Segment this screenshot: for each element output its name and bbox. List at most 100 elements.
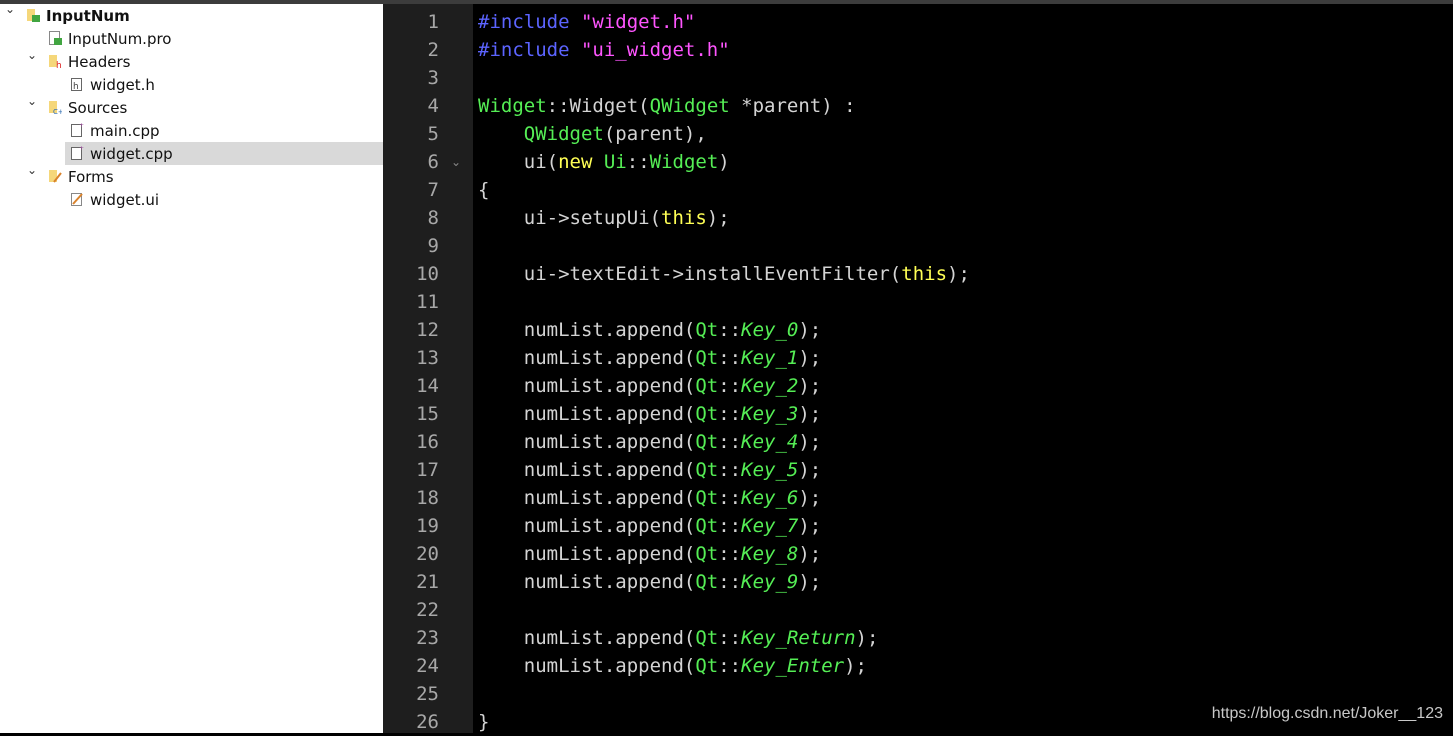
code-token: Key_6	[741, 487, 799, 509]
svg-text:h: h	[56, 61, 62, 69]
chevron-down-icon[interactable]: ⌄	[24, 94, 40, 108]
fold-chevron-icon[interactable]: ⌄	[451, 148, 461, 176]
code-line[interactable]: Widget::Widget(QWidget *parent) :	[478, 92, 856, 120]
line-number: 15	[416, 403, 439, 425]
svg-text:C+: C+	[53, 108, 62, 115]
tree-item-widget-h[interactable]: h widget.h	[0, 73, 383, 96]
chevron-down-icon[interactable]: ⌄	[24, 48, 40, 62]
code-token: Ui	[603, 151, 627, 173]
tree-item-label: InputNum.pro	[68, 29, 172, 48]
tree-item-inputnum-pro[interactable]: InputNum.pro	[0, 27, 383, 50]
cpp-file-icon: +	[70, 145, 84, 161]
line-number: 19	[416, 515, 439, 537]
code-token: {	[478, 179, 490, 201]
code-line[interactable]: numList.append(Qt::Key_Enter);	[478, 652, 867, 680]
chevron-down-icon[interactable]: ⌄	[24, 163, 40, 177]
code-token: Qt	[695, 655, 719, 677]
line-number: 9	[427, 235, 439, 257]
code-token: Key_9	[741, 571, 799, 593]
code-line[interactable]: ui->textEdit->installEventFilter(this);	[478, 260, 970, 288]
code-token: ::	[626, 151, 650, 173]
tree-item-label: widget.h	[90, 75, 155, 94]
tree-item-main-cpp[interactable]: + main.cpp	[0, 119, 383, 142]
tree-item-inputnum[interactable]: ⌄ InputNum	[0, 2, 383, 27]
code-line[interactable]: numList.append(Qt::Key_1);	[478, 344, 821, 372]
code-token: ::	[718, 571, 742, 593]
code-line[interactable]: numList.append(Qt::Key_0);	[478, 316, 821, 344]
tree-item-label: widget.cpp	[90, 144, 173, 163]
code-line[interactable]: numList.append(Qt::Key_2);	[478, 372, 821, 400]
code-line[interactable]: #include "ui_widget.h"	[478, 36, 730, 64]
code-token: )	[718, 151, 730, 173]
code-line[interactable]: numList.append(Qt::Key_8);	[478, 540, 821, 568]
code-editor[interactable]: #include "widget.h" #include "ui_widget.h…	[473, 4, 1453, 733]
line-number: 23	[416, 627, 439, 649]
code-line[interactable]: numList.append(Qt::Key_6);	[478, 484, 821, 512]
header-file-icon: h	[70, 76, 84, 92]
code-token: );	[798, 571, 822, 593]
code-token: this	[901, 263, 948, 285]
code-token: );	[798, 375, 822, 397]
code-token: Key_8	[741, 543, 799, 565]
code-token: #include	[478, 39, 581, 61]
code-token: Qt	[695, 319, 719, 341]
line-number: 26	[416, 711, 439, 733]
code-token: Qt	[695, 487, 719, 509]
tree-item-widget-ui[interactable]: widget.ui	[0, 188, 383, 211]
code-token: numList.append(	[478, 655, 696, 677]
code-token: Qt	[695, 515, 719, 537]
code-token: (	[638, 95, 650, 117]
code-token: );	[798, 431, 822, 453]
line-number: 17	[416, 459, 439, 481]
code-line[interactable]: QWidget(parent),	[478, 120, 707, 148]
tree-item-widget-cpp[interactable]: + widget.cpp	[65, 142, 383, 165]
code-line[interactable]: numList.append(Qt::Key_4);	[478, 428, 821, 456]
code-line[interactable]: #include "widget.h"	[478, 8, 695, 36]
project-tree[interactable]: ⌄ InputNum InputNum.pro ⌄ h Headers h widget.h ⌄…	[0, 2, 383, 733]
chevron-down-icon[interactable]: ⌄	[2, 2, 18, 16]
code-token: Qt	[695, 459, 719, 481]
code-token: numList.append(	[478, 627, 696, 649]
code-token: ::	[718, 627, 742, 649]
tree-item-forms[interactable]: ⌄ Forms	[0, 163, 383, 188]
sources-folder-icon: C+	[48, 99, 64, 116]
line-number: 1	[427, 11, 439, 33]
line-number: 16	[416, 431, 439, 453]
code-line[interactable]: numList.append(Qt::Key_9);	[478, 568, 821, 596]
code-token: numList.append(	[478, 347, 696, 369]
code-line[interactable]: numList.append(Qt::Key_Return);	[478, 624, 879, 652]
ui-file-icon	[70, 191, 84, 207]
code-line[interactable]: {	[478, 176, 489, 204]
code-token: Key_0	[741, 319, 799, 341]
code-token: );	[798, 347, 822, 369]
code-line[interactable]: numList.append(Qt::Key_3);	[478, 400, 821, 428]
tree-item-sources[interactable]: ⌄ C+ Sources	[0, 94, 383, 119]
line-number: 3	[427, 67, 439, 89]
code-token: );	[855, 627, 879, 649]
tree-item-label: InputNum	[46, 6, 130, 25]
code-token: Widget	[569, 95, 639, 117]
line-number: 20	[416, 543, 439, 565]
code-token: *parent) :	[729, 95, 856, 117]
code-token: (parent),	[603, 123, 707, 145]
code-token: numList.append(	[478, 403, 696, 425]
code-token: );	[798, 459, 822, 481]
line-number: 24	[416, 655, 439, 677]
code-line[interactable]: numList.append(Qt::Key_7);	[478, 512, 821, 540]
code-line[interactable]: ui->setupUi(this);	[478, 204, 730, 232]
code-token: Qt	[695, 543, 719, 565]
code-token: ui->textEdit->installEventFilter(	[478, 263, 902, 285]
line-number: 2	[427, 39, 439, 61]
code-token: numList.append(	[478, 543, 696, 565]
code-line[interactable]: ui(new Ui::Widget)	[478, 148, 730, 176]
tree-item-headers[interactable]: ⌄ h Headers	[0, 48, 383, 73]
code-line[interactable]: numList.append(Qt::Key_5);	[478, 456, 821, 484]
code-token: ::	[546, 95, 570, 117]
qt-project-folder-icon	[26, 7, 40, 23]
code-token: QWidget	[649, 95, 730, 117]
code-token: QWidget	[523, 123, 604, 145]
code-line[interactable]: }	[478, 708, 489, 736]
code-token: );	[798, 515, 822, 537]
code-token: new	[558, 151, 593, 173]
